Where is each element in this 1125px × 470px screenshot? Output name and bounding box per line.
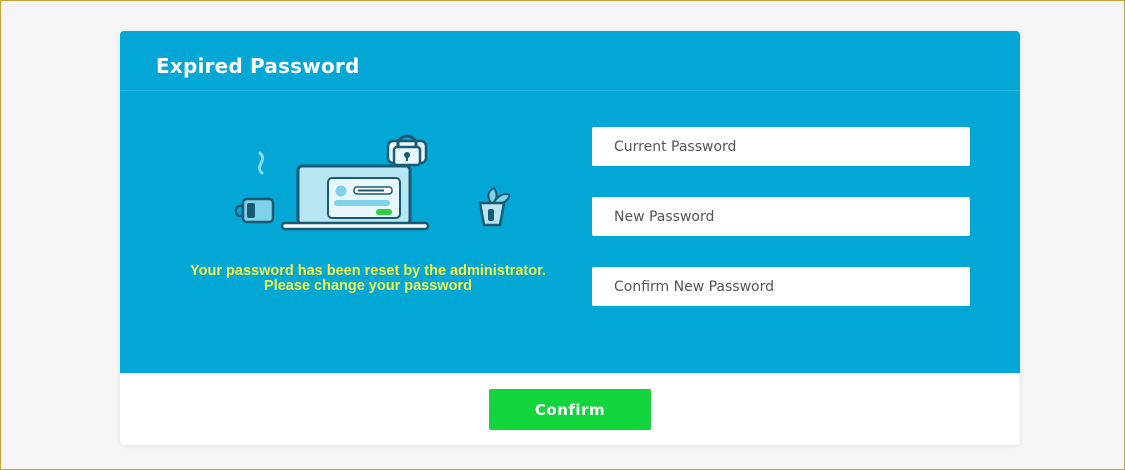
plant-pot-icon xyxy=(478,186,510,227)
dialog-title: Expired Password xyxy=(156,54,360,78)
expired-password-dialog: Expired Password Your password has been … xyxy=(120,31,1020,445)
dialog-header: Expired Password xyxy=(120,31,1020,91)
confirm-new-password-field[interactable] xyxy=(592,267,970,306)
reset-message: Your password has been reset by the admi… xyxy=(190,263,546,294)
coffee-mug-icon xyxy=(234,197,275,224)
confirm-button[interactable]: Confirm xyxy=(489,389,651,430)
new-password-field[interactable] xyxy=(592,197,970,236)
dialog-body-panel: Expired Password Your password has been … xyxy=(120,31,1020,373)
padlock-icon xyxy=(386,134,428,167)
laptop-lock-illustration xyxy=(234,134,510,231)
current-password-field[interactable] xyxy=(592,127,970,166)
